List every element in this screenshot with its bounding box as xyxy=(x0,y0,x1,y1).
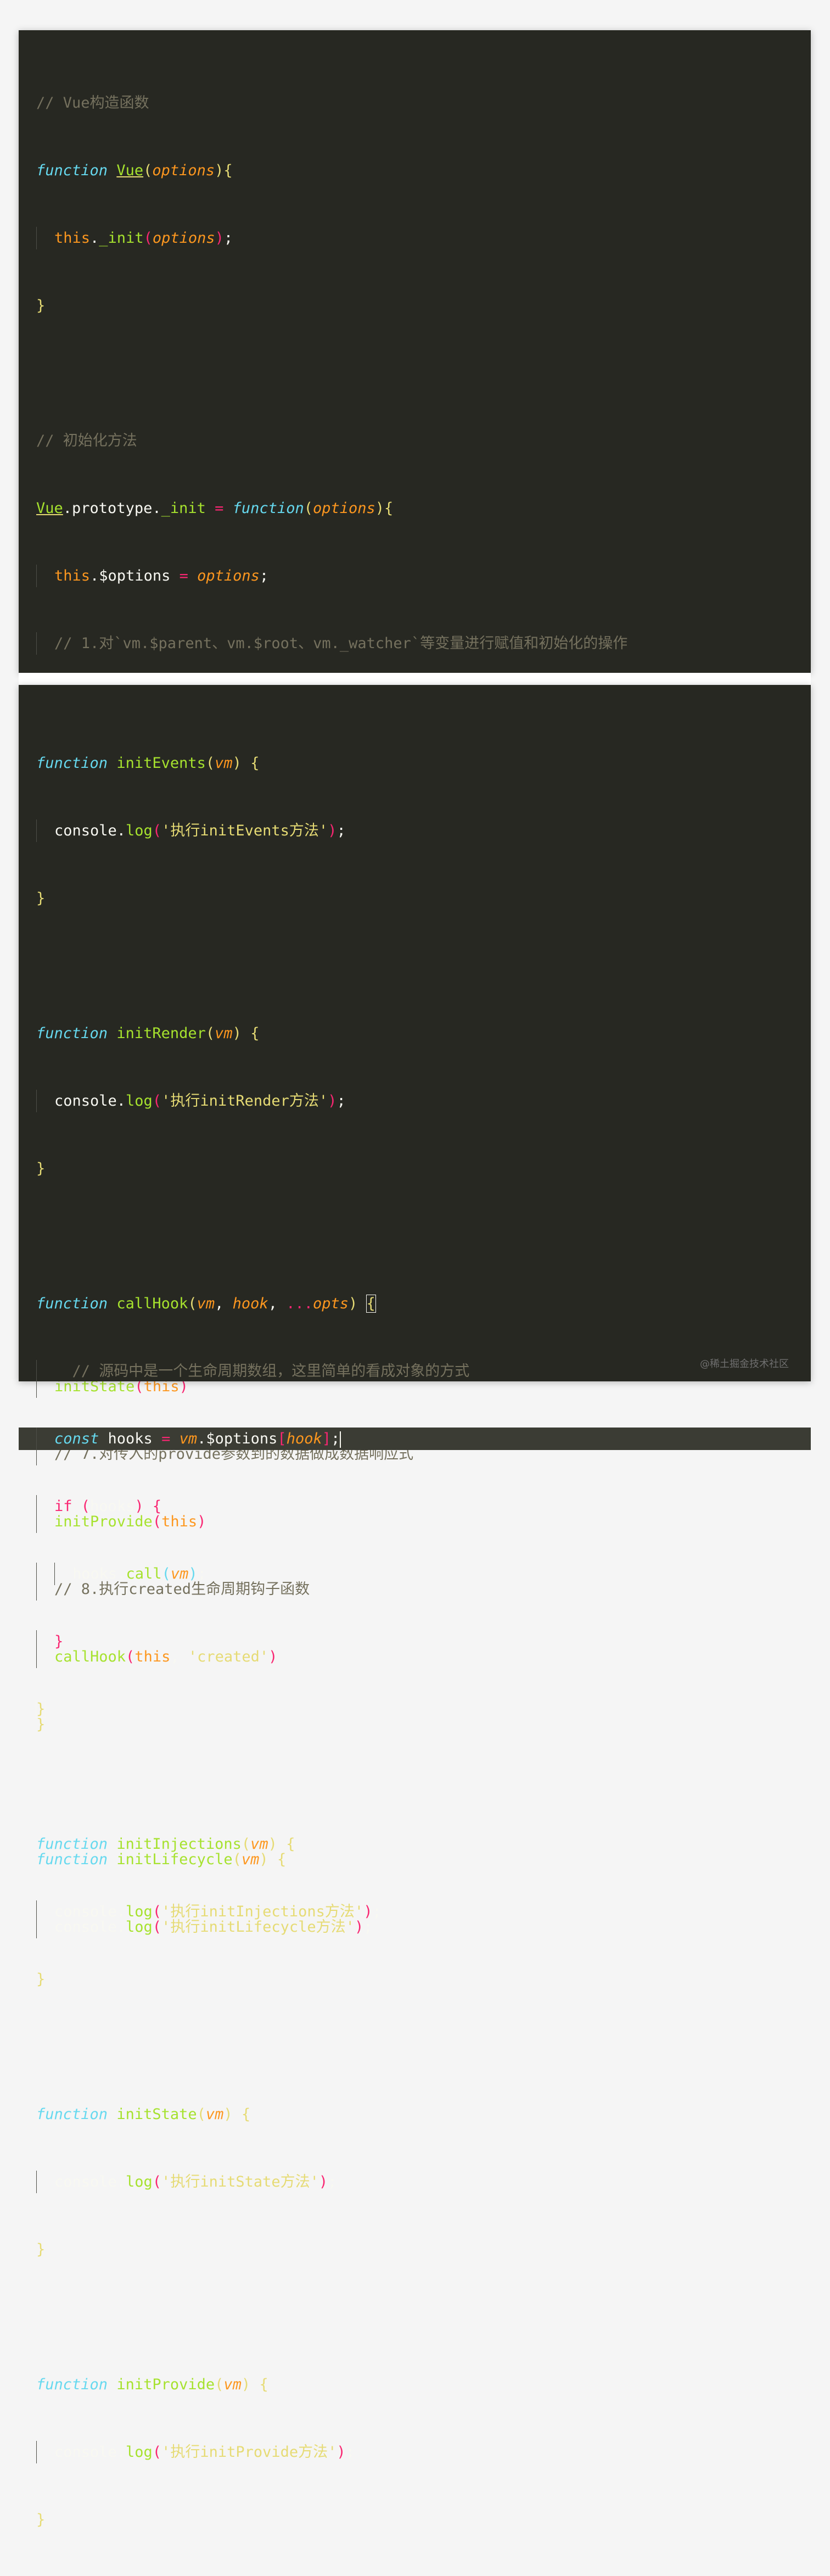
code-line: this.$options = options; xyxy=(36,565,805,587)
code-line: function initInjections(vm) { xyxy=(36,1836,295,1853)
code-line: Vue.prototype._init = function(options){ xyxy=(36,500,394,517)
code-line: // 源码中是一个生命周期数组，这里简单的看成对象的方式 xyxy=(36,1360,805,1382)
code-panel-top: // Vue构造函数 function Vue(options){ this._… xyxy=(19,30,811,1938)
code-line: function Vue(options){ xyxy=(36,162,233,179)
code-line: function initRender(vm) { xyxy=(36,1025,260,1042)
code-line: // Vue构造函数 xyxy=(36,92,805,114)
code-line: // 初始化方法 xyxy=(36,430,805,452)
code-line: console.log('执行initEvents方法'); xyxy=(36,819,805,842)
code-line: } xyxy=(36,2241,46,2258)
code-line: console.log('执行initProvide方法'); xyxy=(36,2441,805,2463)
code-line: } xyxy=(36,890,46,907)
text-cursor xyxy=(340,1431,341,1448)
code-line-text: // Vue构造函数 xyxy=(36,94,149,111)
code-line: hooks.call(vm); xyxy=(36,1563,805,1585)
code-line: if (hooks) { xyxy=(36,1495,805,1518)
code-line-active: const hooks = vm.$options[hook]; xyxy=(19,1428,811,1450)
panel-separator xyxy=(19,673,811,685)
code-editor-bottom[interactable]: function initEvents(vm) { console.log('执… xyxy=(19,707,811,2576)
code-line: this._init(options); xyxy=(36,227,805,249)
code-panel-bottom: function initEvents(vm) { console.log('执… xyxy=(19,685,811,2528)
code-line: function callHook(vm, hook, ...opts) { xyxy=(36,1295,376,1313)
code-line: } xyxy=(36,1160,46,1177)
code-line: } xyxy=(36,1630,805,1653)
code-line: // 1.对`vm.$parent、vm.$root、vm._watcher`等… xyxy=(36,632,805,655)
code-line-text: // 源码中是一个生命周期数组，这里简单的看成对象的方式 xyxy=(54,1363,470,1380)
code-line: function initProvide(vm) { xyxy=(36,2376,268,2393)
code-line: function initState(vm) { xyxy=(36,2106,251,2123)
code-line: function initEvents(vm) { xyxy=(36,755,260,772)
code-line: console.log('执行initState方法'); xyxy=(36,2171,805,2193)
code-line: } xyxy=(36,2511,46,2528)
code-line: } xyxy=(36,297,46,314)
watermark: @稀土掘金技术社区 xyxy=(700,1358,789,1370)
code-line: console.log('执行initInjections方法'); xyxy=(36,1900,805,1923)
code-line: } xyxy=(36,1971,46,1988)
code-line: } xyxy=(35,1700,46,1718)
code-line: console.log('执行initRender方法'); xyxy=(36,1090,805,1112)
code-line-text: // 初始化方法 xyxy=(36,432,137,449)
